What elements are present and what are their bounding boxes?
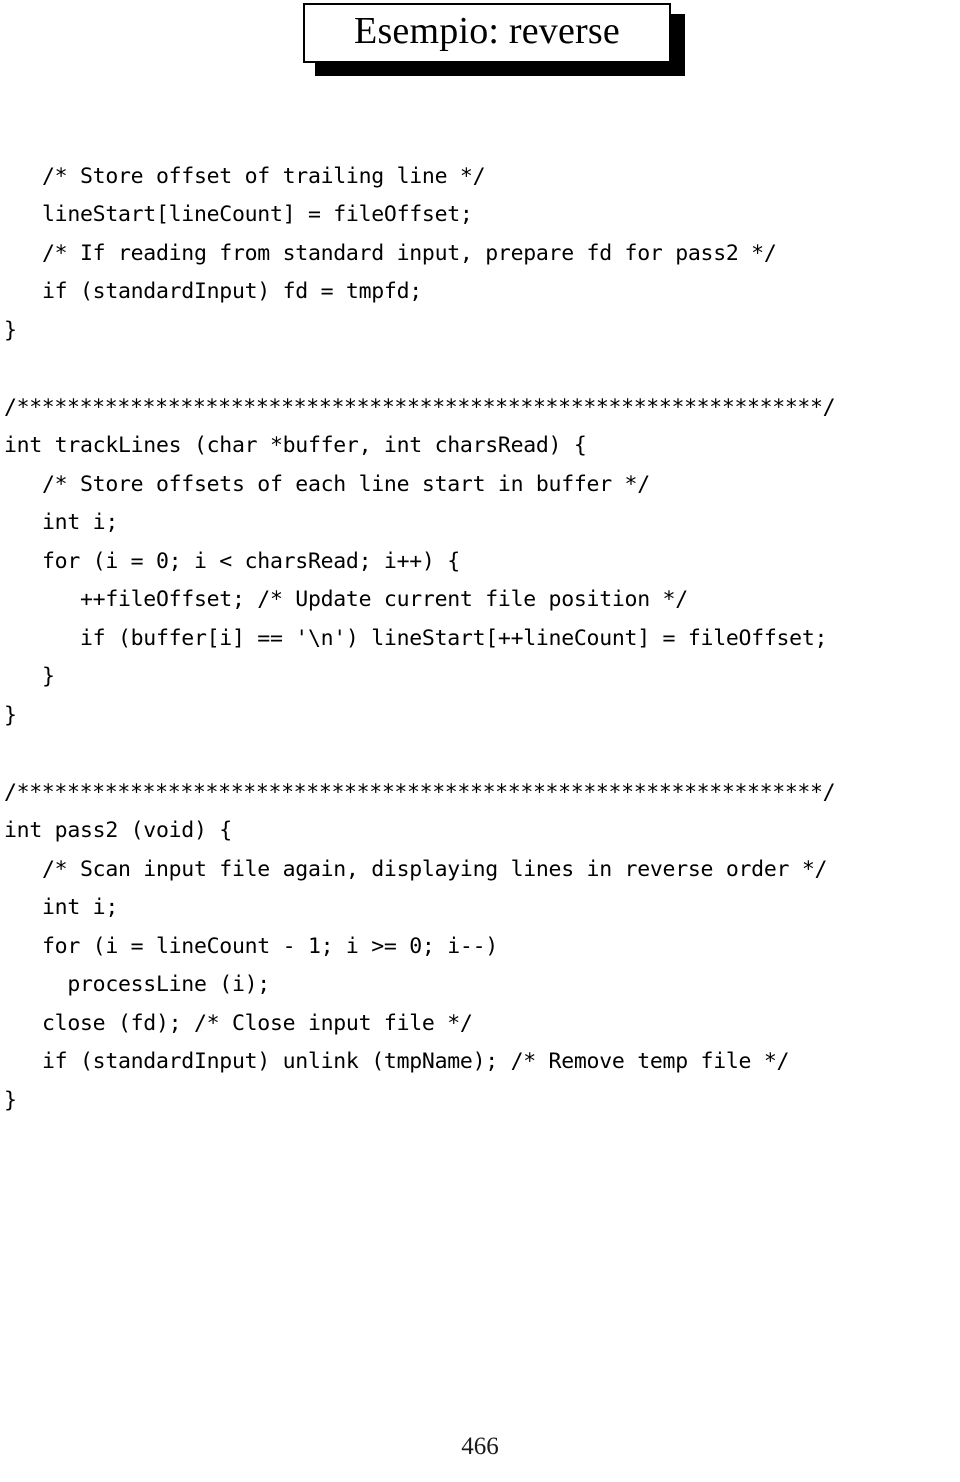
code-line: } bbox=[4, 702, 17, 728]
code-line: int i; bbox=[4, 510, 118, 535]
code-separator-line: /***************************************… bbox=[4, 394, 836, 420]
code-line: close (fd); /* Close input file */ bbox=[4, 1010, 473, 1036]
code-line: /* Store offsets of each line start in b… bbox=[4, 471, 650, 497]
code-listing: /* Store offset of trailing line */ line… bbox=[4, 158, 960, 1121]
page-title: Esempio: reverse bbox=[354, 10, 620, 52]
page-number: 466 bbox=[461, 1433, 499, 1460]
code-line: lineStart[lineCount] = fileOffset; bbox=[4, 202, 473, 227]
code-line: } bbox=[4, 664, 55, 689]
code-line: /* Store offset of trailing line */ bbox=[4, 163, 486, 189]
code-line: for (i = 0; i < charsRead; i++) { bbox=[4, 548, 460, 574]
code-line: int trackLines (char *buffer, int charsR… bbox=[4, 433, 587, 458]
code-line: ++fileOffset; /* Update current file pos… bbox=[4, 587, 688, 612]
code-line: for (i = lineCount - 1; i >= 0; i--) bbox=[4, 933, 498, 959]
code-line: if (buffer[i] == '\n') lineStart[++lineC… bbox=[4, 625, 828, 651]
code-line: } bbox=[4, 317, 17, 343]
code-line: /* If reading from standard input, prepa… bbox=[4, 240, 777, 266]
code-line: int i; bbox=[4, 895, 118, 920]
code-separator-line: /***************************************… bbox=[4, 779, 836, 805]
code-line: if (standardInput) fd = tmpfd; bbox=[4, 279, 422, 304]
title-box: Esempio: reverse bbox=[303, 3, 671, 63]
slide-title-block: Esempio: reverse bbox=[0, 0, 960, 95]
code-line: /* Scan input file again, displaying lin… bbox=[4, 856, 828, 882]
code-line: if (standardInput) unlink (tmpName); /* … bbox=[4, 1049, 790, 1074]
code-line: } bbox=[4, 1087, 17, 1113]
code-line: processLine (i); bbox=[4, 972, 270, 997]
code-line: int pass2 (void) { bbox=[4, 818, 232, 843]
